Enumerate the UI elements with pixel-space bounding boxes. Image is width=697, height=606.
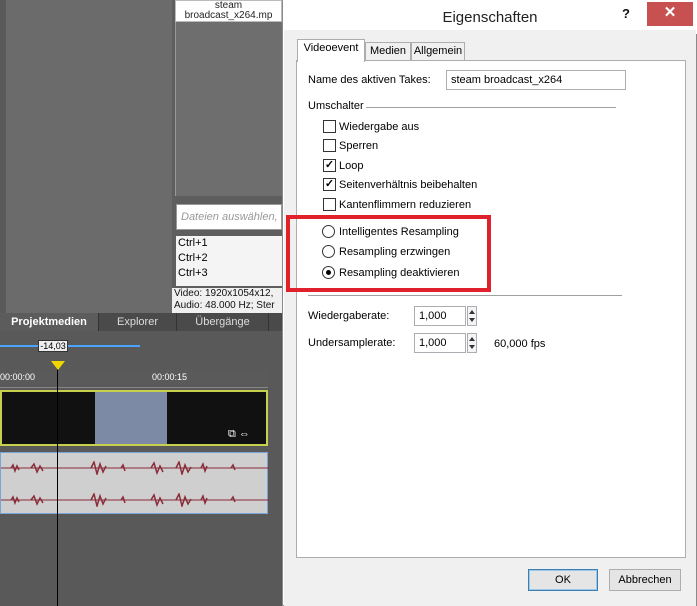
media-info: Video: 1920x1054x12, Audio: 48.000 Hz; S… [172,288,282,315]
switches-heading: Umschalter [308,100,364,112]
video-event-selection [95,392,167,444]
spin-down-icon[interactable] [469,345,475,349]
checkbox-reduce-flicker[interactable] [323,198,336,211]
tab-project-media[interactable]: Projektmedien [0,313,99,331]
media-file-name-line2: broadcast_x264.mp [184,10,273,21]
editor-left-panel [0,0,172,313]
checkbox-reduce-flicker-label[interactable]: Kantenflimmern reduzieren [339,199,471,211]
take-name-label: Name des aktiven Takes: [308,74,431,86]
switches-separator [366,107,616,108]
checkbox-playback-off-label[interactable]: Wiedergabe aus [339,121,419,133]
timeline-ruler[interactable] [0,370,268,388]
tab-panel-videoevent [296,60,686,558]
editor-tab-bar: Projektmedien Explorer Übergänge [0,313,282,331]
undersample-rate-field[interactable]: 1,000 [414,333,466,353]
media-file-item[interactable]: steam broadcast_x264.mp [175,0,282,22]
tab-transitions[interactable]: Übergänge [177,313,269,331]
ruler-label-start: 00:00:00 [0,372,36,382]
media-info-video: Video: 1920x1054x12, [174,288,274,299]
audio-waveform-left [1,461,269,475]
highlight-annotation-box [286,215,491,292]
playhead-line[interactable] [57,365,58,606]
time-badge: -14,03 [38,340,68,352]
shortcut-item: Ctrl+1 [178,237,208,249]
checkbox-lock-label[interactable]: Sperren [339,140,378,152]
spin-up-icon[interactable] [469,337,475,341]
ruler-label-15s: 00:00:15 [152,372,188,382]
take-name-field[interactable]: steam broadcast_x264 [446,70,626,90]
rates-separator [308,295,622,296]
media-thumbnail-area [175,0,282,196]
select-files-input[interactable]: Dateien auswählen, ... [176,204,282,230]
audio-waveform-right [1,493,269,507]
close-button[interactable]: ✕ [647,2,693,26]
playback-rate-spinner[interactable] [467,306,477,326]
tab-medien[interactable]: Medien [365,42,411,61]
tab-allgemein[interactable]: Allgemein [411,42,465,61]
spin-up-icon[interactable] [469,310,475,314]
editor-left-strip [0,0,6,313]
crop-icon[interactable]: ⧉ ⇔ [228,428,258,440]
shortcut-item: Ctrl+2 [178,252,208,264]
shortcut-list: Ctrl+1 Ctrl+2 Ctrl+3 [176,236,282,286]
checkbox-keep-aspect[interactable]: ✓ [323,178,336,191]
checkbox-playback-off[interactable] [323,120,336,133]
ok-button[interactable]: OK [528,569,598,591]
audio-event[interactable] [0,452,269,514]
media-info-audio: Audio: 48.000 Hz; Ster [174,300,275,311]
playhead-marker-icon[interactable] [51,361,65,370]
checkbox-loop[interactable]: ✓ [323,159,336,172]
undersample-rate-label: Undersamplerate: [308,337,396,349]
shortcut-item: Ctrl+3 [178,267,208,279]
tab-explorer[interactable]: Explorer [99,313,177,331]
spin-down-icon[interactable] [469,318,475,322]
tab-videoevent[interactable]: Videoevent [297,39,365,62]
checkbox-loop-label[interactable]: Loop [339,160,363,172]
playback-rate-field[interactable]: 1,000 [414,306,466,326]
checkbox-lock[interactable] [323,139,336,152]
help-button[interactable]: ? [614,3,638,25]
cancel-button[interactable]: Abbrechen [609,569,681,591]
loop-region-bar[interactable] [0,345,140,347]
playback-rate-label: Wiedergaberate: [308,310,390,322]
undersample-rate-spinner[interactable] [467,333,477,353]
fps-text: 60,000 fps [494,338,546,350]
checkbox-keep-aspect-label[interactable]: Seitenverhältnis beibehalten [339,179,477,191]
